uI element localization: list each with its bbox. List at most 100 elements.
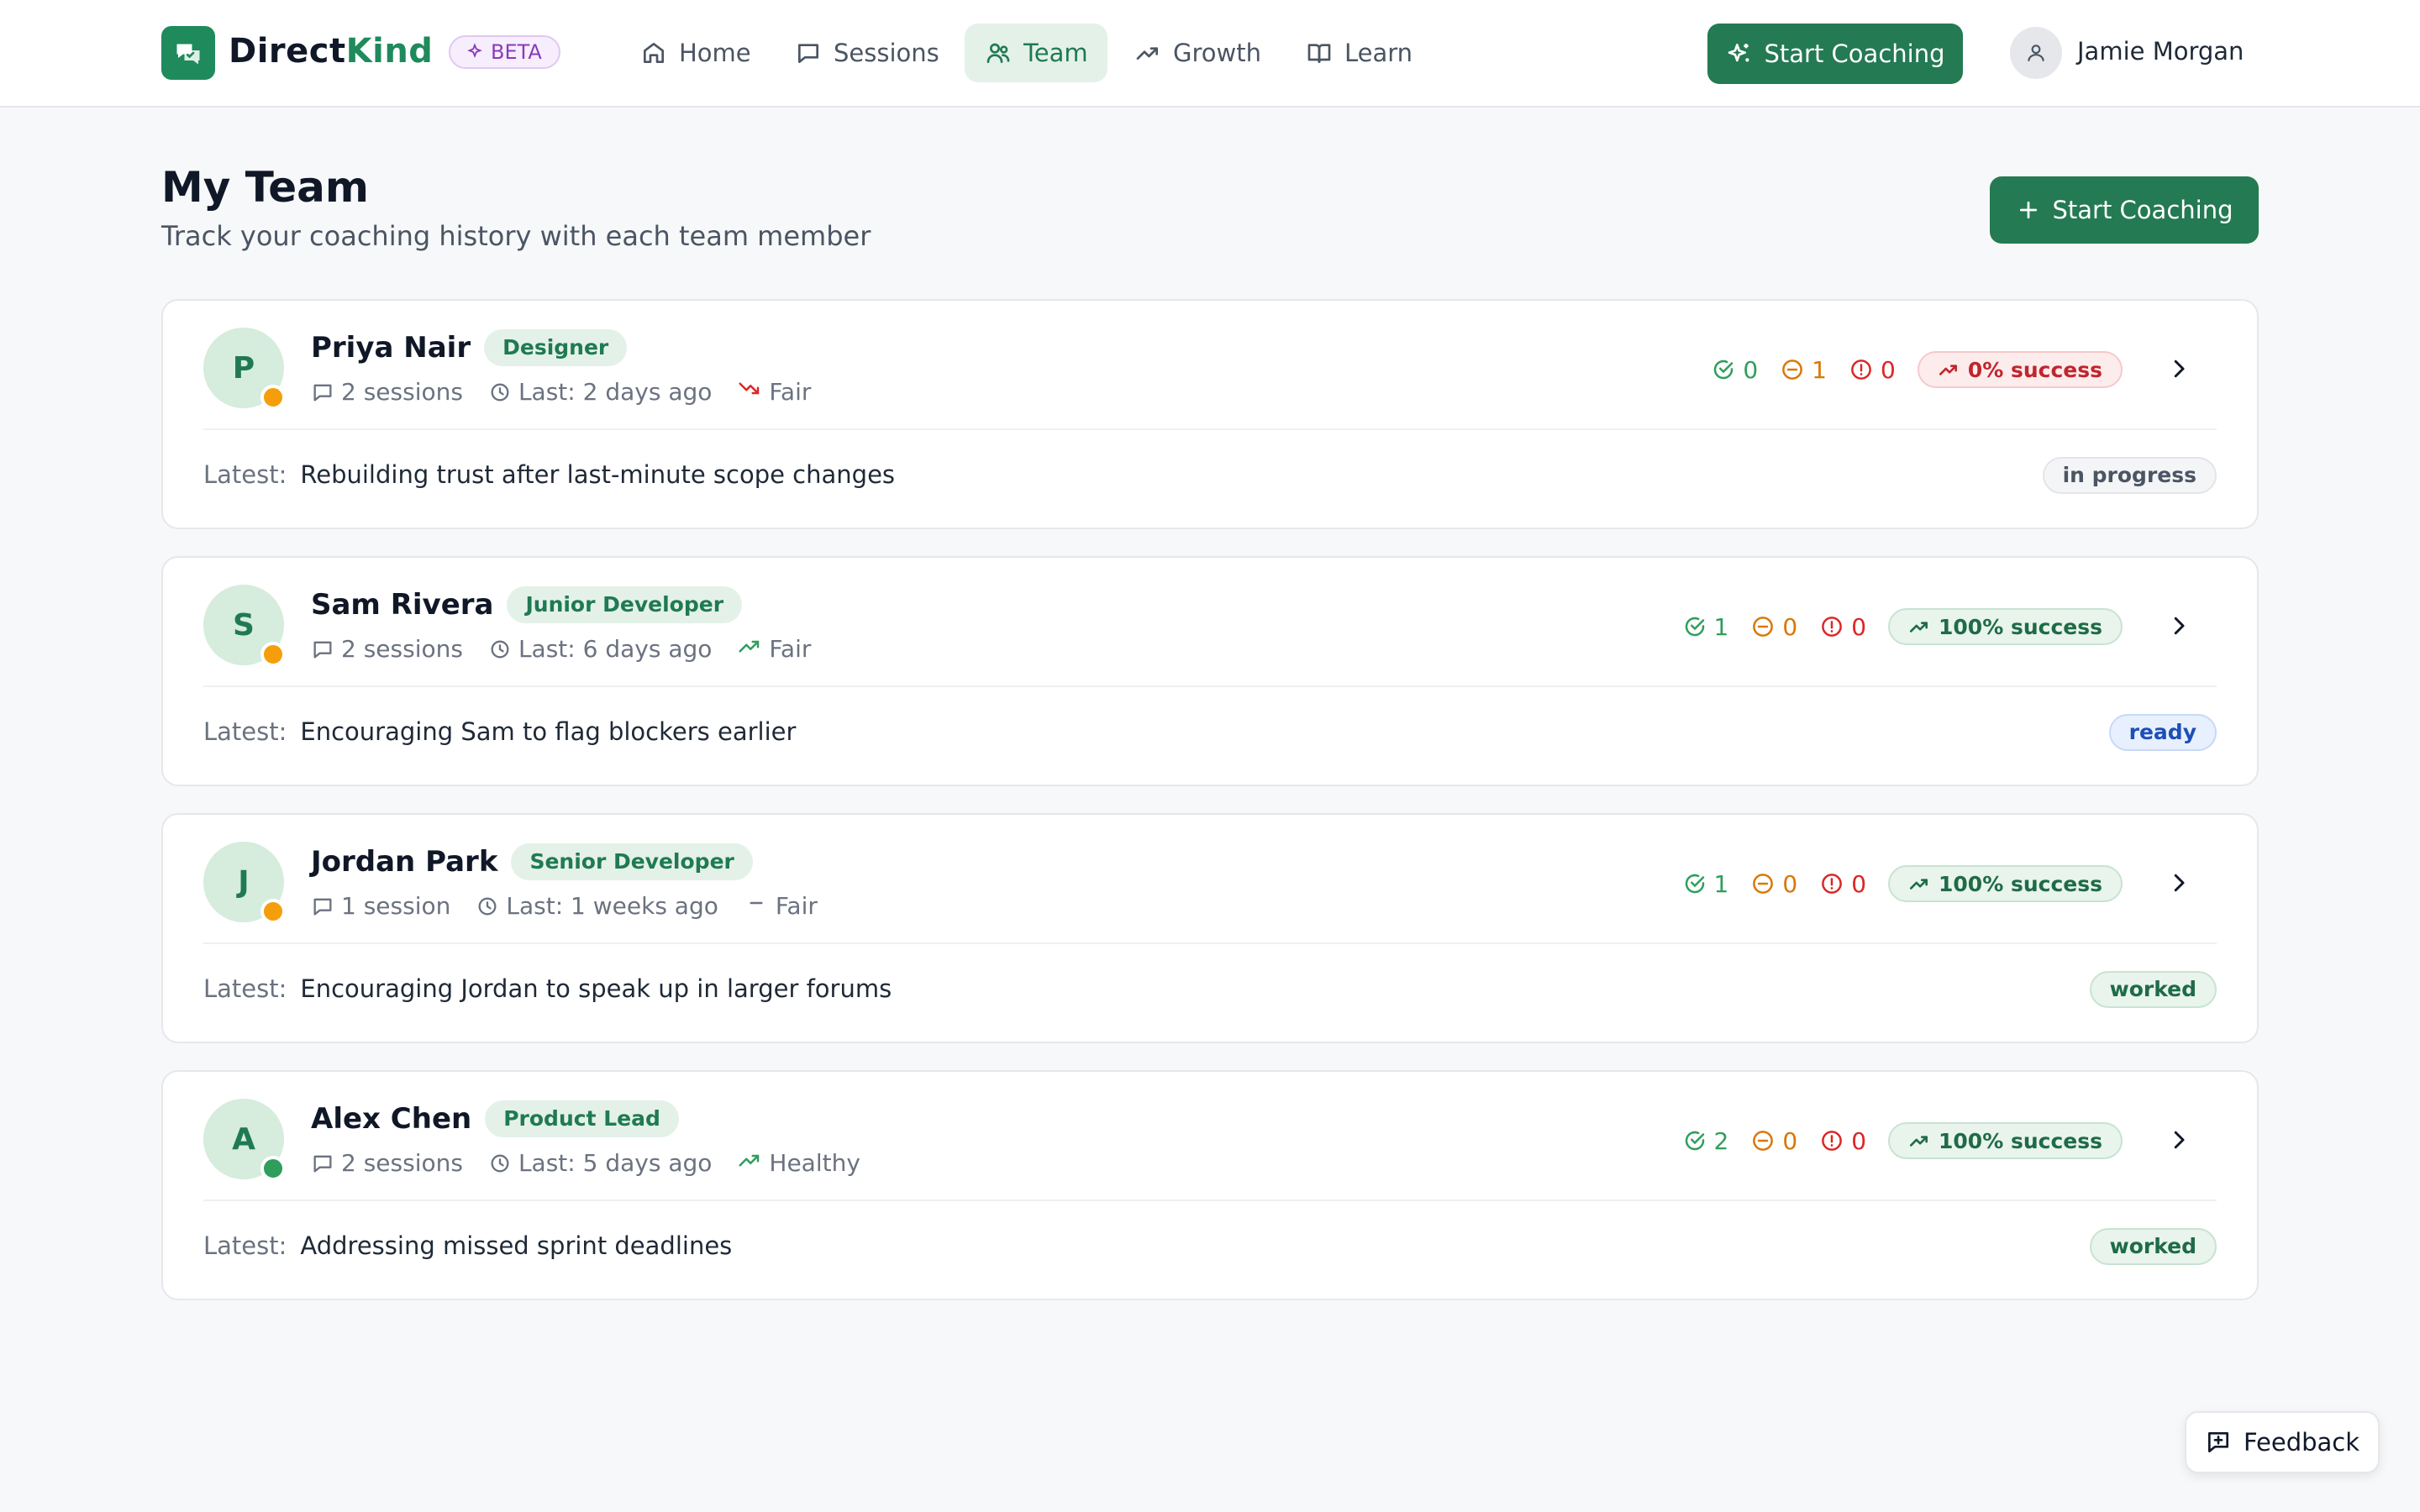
nav-growth[interactable]: Growth: [1114, 24, 1281, 82]
last-session-text: Last: 6 days ago: [518, 635, 713, 663]
member-name-row: Alex Chen Product Lead: [311, 1100, 679, 1137]
sparkles-icon: [1728, 44, 1749, 62]
chat-icon: [313, 898, 332, 915]
worked-count: 0: [1743, 355, 1759, 384]
card-divider: [203, 942, 2217, 944]
outcome-stats: 1 0 0 100% success: [1682, 865, 2123, 902]
plus-icon: [2019, 201, 2037, 219]
member-meta: 2 sessions Last: 6 days ago Fair: [311, 633, 811, 664]
user-avatar[interactable]: [2010, 27, 2062, 79]
app-root: DirectKind BETA Home Sessions Team Growt…: [0, 0, 2420, 1512]
header-start-coaching-button[interactable]: Start Coaching: [1707, 24, 1963, 84]
page-subtitle: Track your coaching history with each te…: [161, 220, 871, 252]
beta-label: BETA: [491, 40, 542, 64]
status-dot: [260, 642, 286, 667]
latest-label: Latest:: [203, 974, 287, 1003]
chevron-right-icon[interactable]: [2166, 1127, 2191, 1152]
session-count: 2 sessions: [311, 378, 463, 406]
clock-icon: [491, 383, 509, 401]
brand-part-2: Kind: [345, 32, 434, 71]
latest-topic: Addressing missed sprint deadlines: [300, 1231, 733, 1260]
issue-stat: 0: [1819, 870, 1866, 898]
chat-icon: [313, 1155, 332, 1172]
chevron-right-icon[interactable]: [2166, 870, 2191, 895]
team-member-card-sam-rivera[interactable]: S Sam Rivera Junior Developer 2 sessions…: [161, 556, 2259, 786]
nav-learn[interactable]: Learn: [1286, 24, 1433, 82]
logo-icon[interactable]: [161, 26, 215, 80]
minus-circle-icon: [1753, 1131, 1774, 1151]
worked-stat: 0: [1711, 356, 1758, 384]
brand-name[interactable]: DirectKind: [229, 32, 433, 71]
success-rate-badge: 100% success: [1888, 608, 2123, 645]
role-badge: Product Lead: [485, 1100, 679, 1137]
chevron-right-icon[interactable]: [2166, 356, 2191, 381]
latest-topic: Encouraging Jordan to speak up in larger…: [300, 974, 892, 1003]
member-name-row: Sam Rivera Junior Developer: [311, 586, 743, 623]
member-name[interactable]: Alex Chen: [311, 1102, 471, 1136]
header-start-coaching-label: Start Coaching: [1764, 39, 1945, 68]
card-divider: [203, 428, 2217, 430]
issue-count: 0: [1851, 612, 1867, 641]
neutral-count: 1: [1812, 355, 1827, 384]
trend-text: Fair: [769, 378, 812, 406]
chat-icon: [798, 44, 818, 63]
nav-home[interactable]: Home: [620, 24, 771, 82]
success-rate-badge: 100% success: [1888, 865, 2123, 902]
member-initial: A: [232, 1121, 255, 1157]
worked-count: 1: [1713, 612, 1729, 641]
check-circle-icon: [1685, 874, 1704, 894]
team-member-card-jordan-park[interactable]: J Jordan Park Senior Developer 1 session…: [161, 813, 2259, 1043]
role-badge: Designer: [484, 329, 628, 366]
clock-icon: [491, 640, 509, 658]
last-session: Last: 1 weeks ago: [476, 892, 718, 920]
outcome-stats: 2 0 0 100% success: [1682, 1122, 2123, 1159]
issue-count: 0: [1851, 869, 1867, 898]
member-name[interactable]: Jordan Park: [311, 845, 497, 879]
start-coaching-button[interactable]: Start Coaching: [1990, 176, 2259, 244]
team-member-card-alex-chen[interactable]: A Alex Chen Product Lead 2 sessions Last…: [161, 1070, 2259, 1300]
trend-text: Fair: [769, 635, 812, 663]
nav-team[interactable]: Team: [965, 24, 1107, 82]
session-state-badge: in progress: [2042, 457, 2217, 494]
brand-part-1: Direct: [229, 32, 346, 71]
minus-circle-icon: [1753, 874, 1774, 894]
team-member-card-priya-nair[interactable]: P Priya Nair Designer 2 sessions Last: 2…: [161, 299, 2259, 529]
latest-session: Latest: Encouraging Jordan to speak up i…: [203, 974, 892, 1003]
latest-topic: Encouraging Sam to flag blockers earlier: [300, 717, 797, 746]
worked-stat: 1: [1682, 870, 1728, 898]
worked-count: 2: [1713, 1126, 1729, 1155]
nav-sessions[interactable]: Sessions: [775, 24, 960, 82]
session-count: 2 sessions: [311, 1149, 463, 1177]
trending-up-icon: [739, 640, 760, 653]
start-coaching-label: Start Coaching: [2052, 196, 2233, 224]
chat-icon: [313, 384, 332, 401]
users-icon: [986, 43, 1010, 63]
issue-stat: 0: [1819, 613, 1866, 641]
member-name[interactable]: Priya Nair: [311, 331, 471, 365]
nav-sessions-label: Sessions: [834, 39, 939, 67]
neutral-stat: 1: [1780, 356, 1827, 384]
latest-session: Latest: Encouraging Sam to flag blockers…: [203, 717, 796, 746]
beta-badge: BETA: [449, 35, 560, 69]
success-rate-text: 100% success: [1939, 614, 2102, 639]
feedback-button[interactable]: Feedback: [2185, 1411, 2380, 1473]
status-dot: [260, 1156, 286, 1181]
success-rate-text: 0% success: [1967, 357, 2102, 382]
member-name-row: Priya Nair Designer: [311, 329, 628, 366]
last-session: Last: 2 days ago: [488, 378, 712, 406]
member-name[interactable]: Sam Rivera: [311, 588, 493, 622]
member-initial: P: [232, 350, 255, 386]
role-badge: Junior Developer: [507, 586, 743, 623]
last-session-text: Last: 1 weeks ago: [506, 892, 718, 920]
latest-label: Latest:: [203, 460, 287, 489]
home-icon: [644, 43, 664, 63]
session-state-badge: worked: [2089, 1228, 2217, 1265]
trend-text: Fair: [775, 892, 818, 920]
role-badge: Senior Developer: [511, 843, 753, 880]
user-name[interactable]: Jamie Morgan: [2077, 37, 2244, 66]
outcome-stats: 1 0 0 100% success: [1682, 608, 2123, 645]
session-state-badge: worked: [2089, 971, 2217, 1008]
card-divider: [203, 1200, 2217, 1201]
status-dot: [260, 899, 286, 924]
chevron-right-icon[interactable]: [2166, 613, 2191, 638]
